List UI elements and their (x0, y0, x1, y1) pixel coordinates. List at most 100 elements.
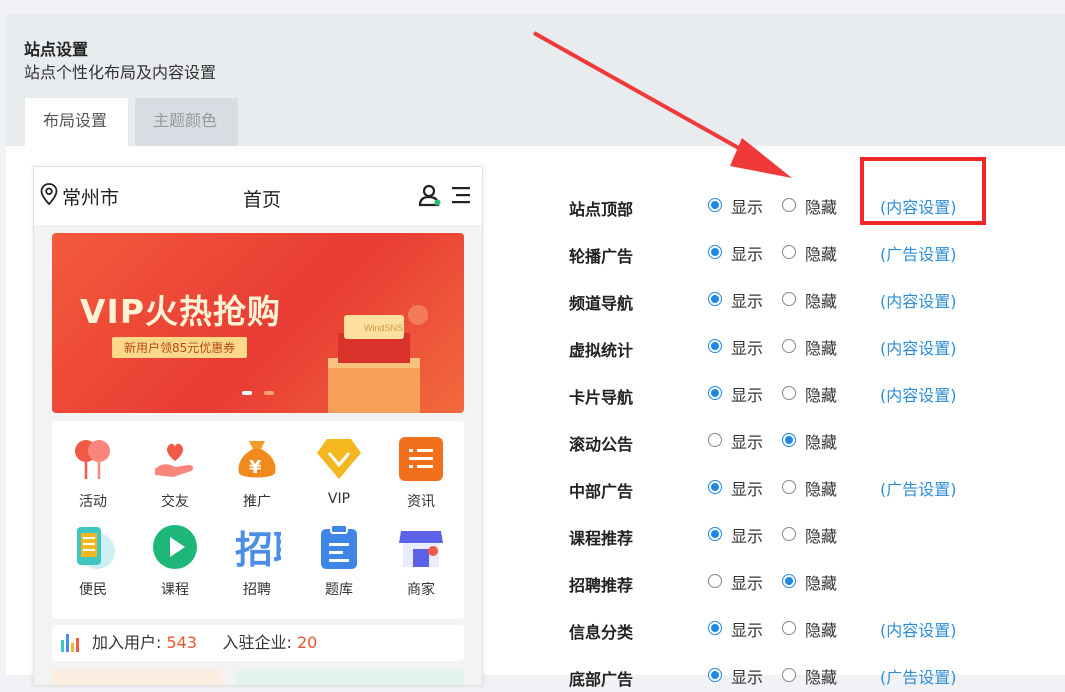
grid-item-recruit[interactable]: 招聘 招聘 (216, 523, 298, 599)
grid-item-course[interactable]: 课程 (134, 523, 216, 599)
radio-show[interactable] (708, 480, 722, 494)
grid-item-merchant[interactable]: 商家 (380, 523, 462, 599)
radio-show[interactable] (708, 292, 722, 306)
setting-config-link[interactable]: (广告设置) (880, 476, 957, 500)
setting-config-link[interactable]: (内容设置) (880, 335, 957, 359)
menu-icon (452, 187, 470, 204)
annotation-highlight-box (860, 157, 986, 225)
radio-hide-label[interactable]: 隐藏 (805, 335, 837, 359)
radio-show-label[interactable]: 显示 (731, 288, 763, 312)
grid-item-question-bank[interactable]: 题库 (298, 523, 380, 599)
bar-chart-icon (61, 634, 79, 652)
radio-show[interactable] (708, 339, 722, 353)
radio-hide[interactable] (782, 245, 796, 259)
vip-diamond-icon (317, 439, 361, 479)
grid-item-news[interactable]: 资讯 (380, 435, 462, 511)
setting-row: 轮播广告 显示 隐藏 (广告设置) (569, 239, 1049, 269)
radio-show-label[interactable]: 显示 (731, 523, 763, 547)
radio-hide-label[interactable]: 隐藏 (805, 194, 837, 218)
radio-show[interactable] (708, 245, 722, 259)
svg-text:招聘: 招聘 (235, 528, 281, 571)
carousel-banner: VIP火热抢购 新用户领85元优惠券 WindSNS (52, 233, 464, 413)
radio-hide[interactable] (782, 574, 796, 588)
money-bag-icon: ¥ (238, 441, 276, 478)
radio-show-label[interactable]: 显示 (731, 570, 763, 594)
tab-theme-color[interactable]: 主题颜色 (135, 98, 238, 146)
phone-page-title: 首页 (243, 189, 282, 211)
radio-show-label[interactable]: 显示 (731, 429, 763, 453)
setting-row: 信息分类 显示 隐藏 (内容设置) (569, 615, 1049, 645)
tab-layout[interactable]: 布局设置 (25, 98, 128, 146)
radio-hide-label[interactable]: 隐藏 (805, 617, 837, 641)
svg-text:WindSNS: WindSNS (364, 323, 403, 333)
radio-hide[interactable] (782, 621, 796, 635)
radio-hide[interactable] (782, 292, 796, 306)
stats-text: 加入用户: 543 入驻企业: 20 (92, 625, 317, 661)
radio-hide-label[interactable]: 隐藏 (805, 288, 837, 312)
radio-show[interactable] (708, 527, 722, 541)
radio-show[interactable] (708, 621, 722, 635)
banner-coupon-tag: 新用户领85元优惠券 (112, 337, 248, 358)
radio-hide[interactable] (782, 198, 796, 212)
radio-hide-label[interactable]: 隐藏 (805, 429, 837, 453)
radio-hide-label[interactable]: 隐藏 (805, 241, 837, 265)
radio-show-label[interactable]: 显示 (731, 664, 763, 688)
radio-show[interactable] (708, 433, 722, 447)
radio-hide-label[interactable]: 隐藏 (805, 382, 837, 406)
setting-label: 底部广告 (569, 670, 634, 689)
carousel-dot-active[interactable] (242, 391, 252, 395)
card-nav-preview (52, 669, 464, 685)
setting-config-link[interactable]: (内容设置) (880, 288, 957, 312)
setting-label: 滚动公告 (569, 435, 634, 454)
radio-show[interactable] (708, 668, 722, 682)
play-icon (153, 525, 197, 569)
setting-label: 卡片导航 (569, 388, 634, 407)
setting-label: 课程推荐 (569, 529, 634, 548)
grid-item-dating[interactable]: 交友 (134, 435, 216, 511)
radio-show-label[interactable]: 显示 (731, 382, 763, 406)
radio-show-label[interactable]: 显示 (731, 335, 763, 359)
activity-icon (75, 440, 110, 479)
setting-row: 卡片导航 显示 隐藏 (内容设置) (569, 380, 1049, 410)
setting-config-link[interactable]: (内容设置) (880, 382, 957, 406)
setting-row: 中部广告 显示 隐藏 (广告设置) (569, 474, 1049, 504)
phone-preview: 常州市 首页 VIP火热抢购 新用户领85元优惠券 WindSNS 活动 交友 … (33, 166, 483, 686)
setting-config-link[interactable]: (广告设置) (880, 664, 957, 688)
radio-show-label[interactable]: 显示 (731, 476, 763, 500)
user-icon (418, 184, 441, 207)
grid-item-activity[interactable]: 活动 (52, 435, 134, 511)
radio-show[interactable] (708, 386, 722, 400)
radio-show[interactable] (708, 198, 722, 212)
setting-row: 招聘推荐 显示 隐藏 (569, 568, 1049, 598)
radio-hide-label[interactable]: 隐藏 (805, 664, 837, 688)
setting-row: 频道导航 显示 隐藏 (内容设置) (569, 286, 1049, 316)
news-icon (399, 437, 443, 481)
setting-config-link[interactable]: (广告设置) (880, 241, 957, 265)
grid-item-label: VIP (327, 491, 351, 507)
radio-show-label[interactable]: 显示 (731, 241, 763, 265)
radio-show-label[interactable]: 显示 (731, 617, 763, 641)
grid-item-label: 资讯 (407, 494, 435, 510)
setting-row: 课程推荐 显示 隐藏 (569, 521, 1049, 551)
radio-hide[interactable] (782, 480, 796, 494)
setting-label: 轮播广告 (569, 247, 634, 266)
radio-show[interactable] (708, 574, 722, 588)
grid-item-label: 商家 (407, 582, 435, 598)
radio-hide[interactable] (782, 433, 796, 447)
phone-header: 常州市 首页 (34, 167, 482, 225)
setting-label: 招聘推荐 (569, 576, 634, 595)
radio-hide[interactable] (782, 339, 796, 353)
radio-hide[interactable] (782, 668, 796, 682)
grid-item-promote[interactable]: ¥ 推广 (216, 435, 298, 511)
grid-item-service[interactable]: 便民 (52, 523, 134, 599)
grid-item-label: 推广 (243, 494, 271, 510)
radio-show-label[interactable]: 显示 (731, 194, 763, 218)
radio-hide-label[interactable]: 隐藏 (805, 570, 837, 594)
grid-item-vip[interactable]: VIP (298, 435, 380, 507)
carousel-dot[interactable] (264, 391, 274, 395)
radio-hide[interactable] (782, 527, 796, 541)
setting-config-link[interactable]: (内容设置) (880, 617, 957, 641)
radio-hide-label[interactable]: 隐藏 (805, 523, 837, 547)
radio-hide-label[interactable]: 隐藏 (805, 476, 837, 500)
radio-hide[interactable] (782, 386, 796, 400)
